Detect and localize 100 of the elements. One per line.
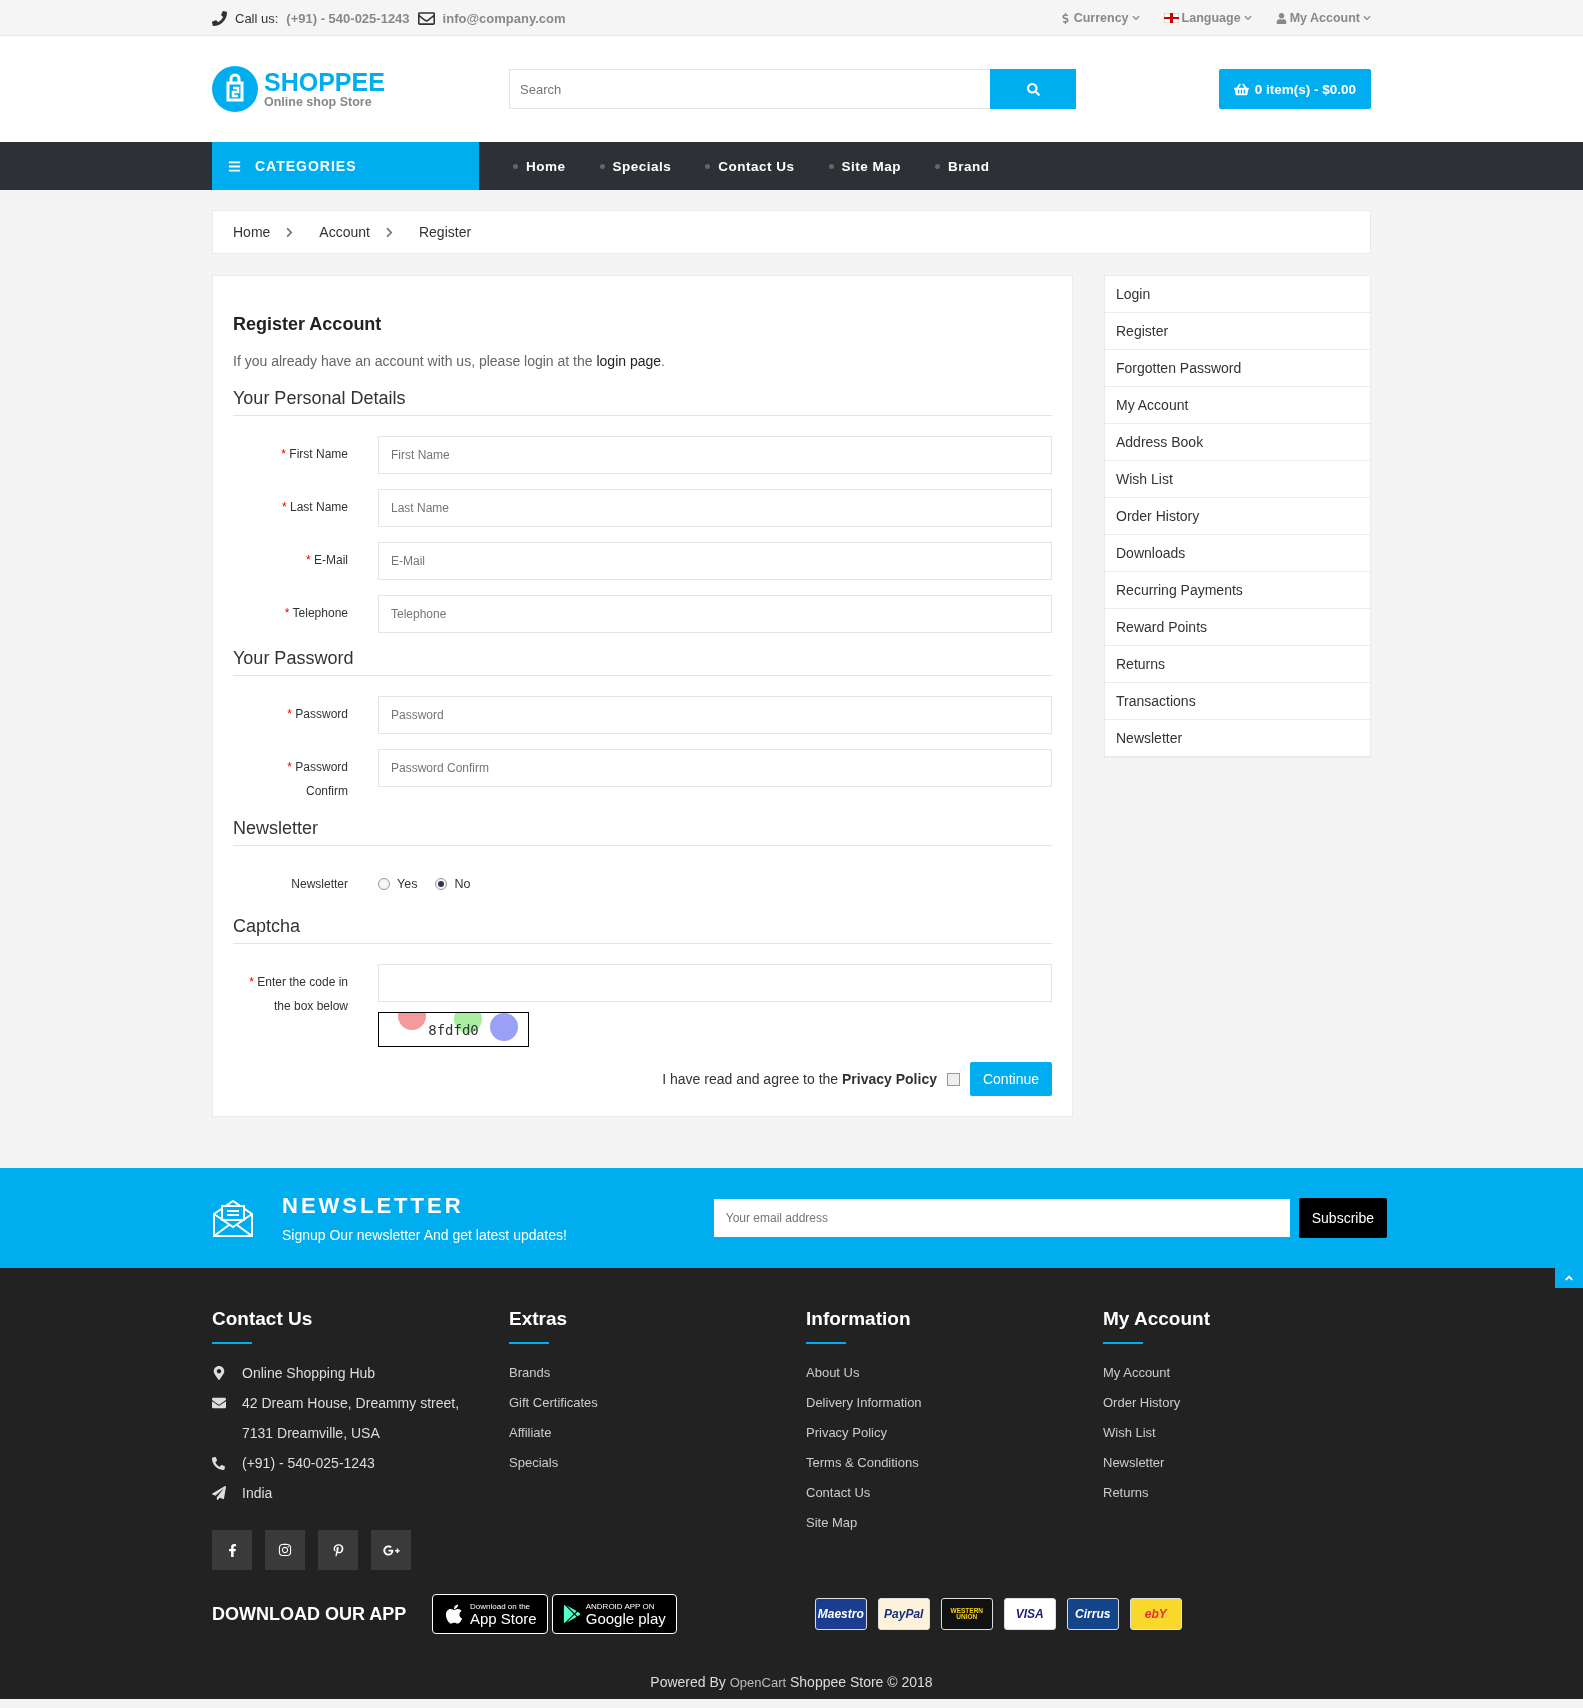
footer-link[interactable]: Wish List xyxy=(1103,1418,1371,1448)
social-button[interactable] xyxy=(371,1530,411,1570)
breadcrumb-link[interactable]: Register xyxy=(418,224,472,240)
copyright-text: Powered By OpenCart Shoppee Store © 2018 xyxy=(649,1674,934,1690)
payment-logo: VISA xyxy=(1003,1598,1056,1630)
envelope-icon xyxy=(212,1396,226,1410)
map-pin-icon xyxy=(212,1366,226,1380)
footer-link[interactable]: Newsletter xyxy=(1103,1448,1371,1478)
footer-link[interactable]: Site Map xyxy=(806,1508,1103,1538)
privacy-policy-link[interactable]: Privacy Policy xyxy=(842,1071,937,1087)
envelope-icon xyxy=(417,9,435,27)
field-label: * First Name xyxy=(280,446,348,463)
login-link[interactable]: login page xyxy=(596,353,662,369)
subscribe-button[interactable]: Subscribe xyxy=(1298,1198,1387,1238)
input-field[interactable]: Last Name xyxy=(378,489,1052,527)
social-button[interactable] xyxy=(212,1530,252,1570)
play-triangle-icon xyxy=(562,1605,581,1623)
nav-link[interactable]: Home xyxy=(513,142,566,190)
footer-link[interactable]: About Us xyxy=(806,1358,1103,1388)
newsletter-subtitle: Signup Our newsletter And get latest updates! xyxy=(282,1227,567,1243)
logo-subtitle: Online shop Store xyxy=(264,94,373,109)
account-menu-item[interactable]: Address Book xyxy=(1105,424,1370,461)
field-label: * E-Mail xyxy=(304,552,348,569)
account-menu-item[interactable]: Returns xyxy=(1105,646,1370,683)
field-label: * Password xyxy=(286,706,348,723)
paper-plane-icon xyxy=(212,1486,226,1500)
opencart-link[interactable]: OpenCart xyxy=(729,1675,787,1690)
email-field[interactable]: Your email address xyxy=(713,1199,1290,1237)
input-field[interactable]: Password xyxy=(378,696,1052,734)
account-menu-item[interactable]: Downloads xyxy=(1105,535,1370,572)
radio-option[interactable]: Yes xyxy=(378,876,418,891)
footer-link[interactable]: Contact Us xyxy=(806,1478,1103,1508)
phone-icon xyxy=(212,10,227,26)
account-menu-item[interactable]: Login xyxy=(1105,276,1370,313)
app-store-badge[interactable]: Download on the App Store xyxy=(432,1594,548,1634)
footer-heading: Contact Us xyxy=(212,1308,314,1330)
nav-link[interactable]: Contact Us xyxy=(705,142,795,190)
search-field[interactable]: Search xyxy=(509,69,990,109)
footer-heading: Extras xyxy=(509,1308,569,1330)
user-icon xyxy=(1275,12,1287,24)
apple-icon xyxy=(443,1603,465,1625)
chevron-down-icon xyxy=(1243,14,1252,22)
phone-number: (+91) - 540-025-1243 xyxy=(286,10,410,26)
basket-icon xyxy=(1233,81,1249,97)
shopping-bag-logo-icon xyxy=(212,66,258,112)
payment-logo: Cirrus xyxy=(1066,1598,1119,1630)
download-app-title: DOWNLOAD OUR APP xyxy=(212,1603,408,1625)
footer-link[interactable]: Privacy Policy xyxy=(806,1418,1103,1448)
social-button[interactable] xyxy=(318,1530,358,1570)
payment-logo: Maestro xyxy=(814,1598,867,1630)
section-title: Your Password xyxy=(233,648,1052,676)
account-menu-item[interactable]: Transactions xyxy=(1105,683,1370,720)
input-field[interactable]: Telephone xyxy=(378,595,1052,633)
field-label: * Last Name xyxy=(280,499,348,516)
breadcrumb-link[interactable]: Home xyxy=(233,224,271,240)
agree-text: I have read and agree to the Privacy Policy xyxy=(662,1071,937,1087)
footer-link[interactable]: My Account xyxy=(1103,1358,1371,1388)
nav-link[interactable]: Brand xyxy=(935,142,990,190)
section-title: Captcha xyxy=(233,916,1052,944)
app-store-badge[interactable]: ANDROID APP ON Google play xyxy=(551,1594,677,1634)
footer-link[interactable]: Specials xyxy=(509,1448,806,1478)
footer-heading: Information xyxy=(806,1308,912,1330)
account-menu-item[interactable]: Wish List xyxy=(1105,461,1370,498)
account-menu-item[interactable]: Order History xyxy=(1105,498,1370,535)
page-title: Register Account xyxy=(233,314,383,335)
payment-logo: ebY xyxy=(1129,1598,1182,1630)
account-menu-item[interactable]: Recurring Payments xyxy=(1105,572,1370,609)
account-menu-item[interactable]: Forgotten Password xyxy=(1105,350,1370,387)
contact-text: (+91) - 540-025-1243 xyxy=(242,1454,375,1473)
section-title: Your Personal Details xyxy=(233,388,1052,416)
footer-link[interactable]: Returns xyxy=(1103,1478,1371,1508)
input-field[interactable]: E-Mail xyxy=(378,542,1052,580)
breadcrumb-link[interactable]: Account xyxy=(319,224,370,240)
footer-link[interactable]: Gift Certificates xyxy=(509,1388,806,1418)
field-label: * Enter the code in the box below xyxy=(248,974,348,1015)
account-menu-item[interactable]: Reward Points xyxy=(1105,609,1370,646)
social-button[interactable] xyxy=(265,1530,305,1570)
footer-link[interactable]: Order History xyxy=(1103,1388,1371,1418)
agree-checkbox[interactable] xyxy=(946,1072,960,1086)
footer-link[interactable]: Brands xyxy=(509,1358,806,1388)
contact-text: Online Shopping Hub xyxy=(242,1364,376,1383)
pinterest-icon xyxy=(331,1543,345,1557)
footer-link[interactable]: Delivery Information xyxy=(806,1388,1103,1418)
account-menu-item[interactable]: Register xyxy=(1105,313,1370,350)
logo-title: SHOPPEE xyxy=(264,69,385,95)
footer-heading: My Account xyxy=(1103,1308,1211,1330)
radio-option[interactable]: No xyxy=(435,876,471,891)
input-field[interactable]: Password Confirm xyxy=(378,749,1052,787)
nav-link[interactable]: Site Map xyxy=(828,142,902,190)
input-field[interactable]: First Name xyxy=(378,436,1052,474)
field-label: Newsletter xyxy=(290,876,348,893)
chevron-down-icon xyxy=(1131,14,1140,22)
account-menu-item[interactable]: My Account xyxy=(1105,387,1370,424)
section-title: Newsletter xyxy=(233,818,1052,846)
input-field[interactable] xyxy=(378,964,1052,1002)
account-menu-item[interactable]: Newsletter xyxy=(1105,720,1370,757)
nav-link[interactable]: Specials xyxy=(599,142,672,190)
footer-link[interactable]: Terms & Conditions xyxy=(806,1448,1103,1478)
flag-icon xyxy=(1163,13,1179,23)
footer-link[interactable]: Affiliate xyxy=(509,1418,806,1448)
